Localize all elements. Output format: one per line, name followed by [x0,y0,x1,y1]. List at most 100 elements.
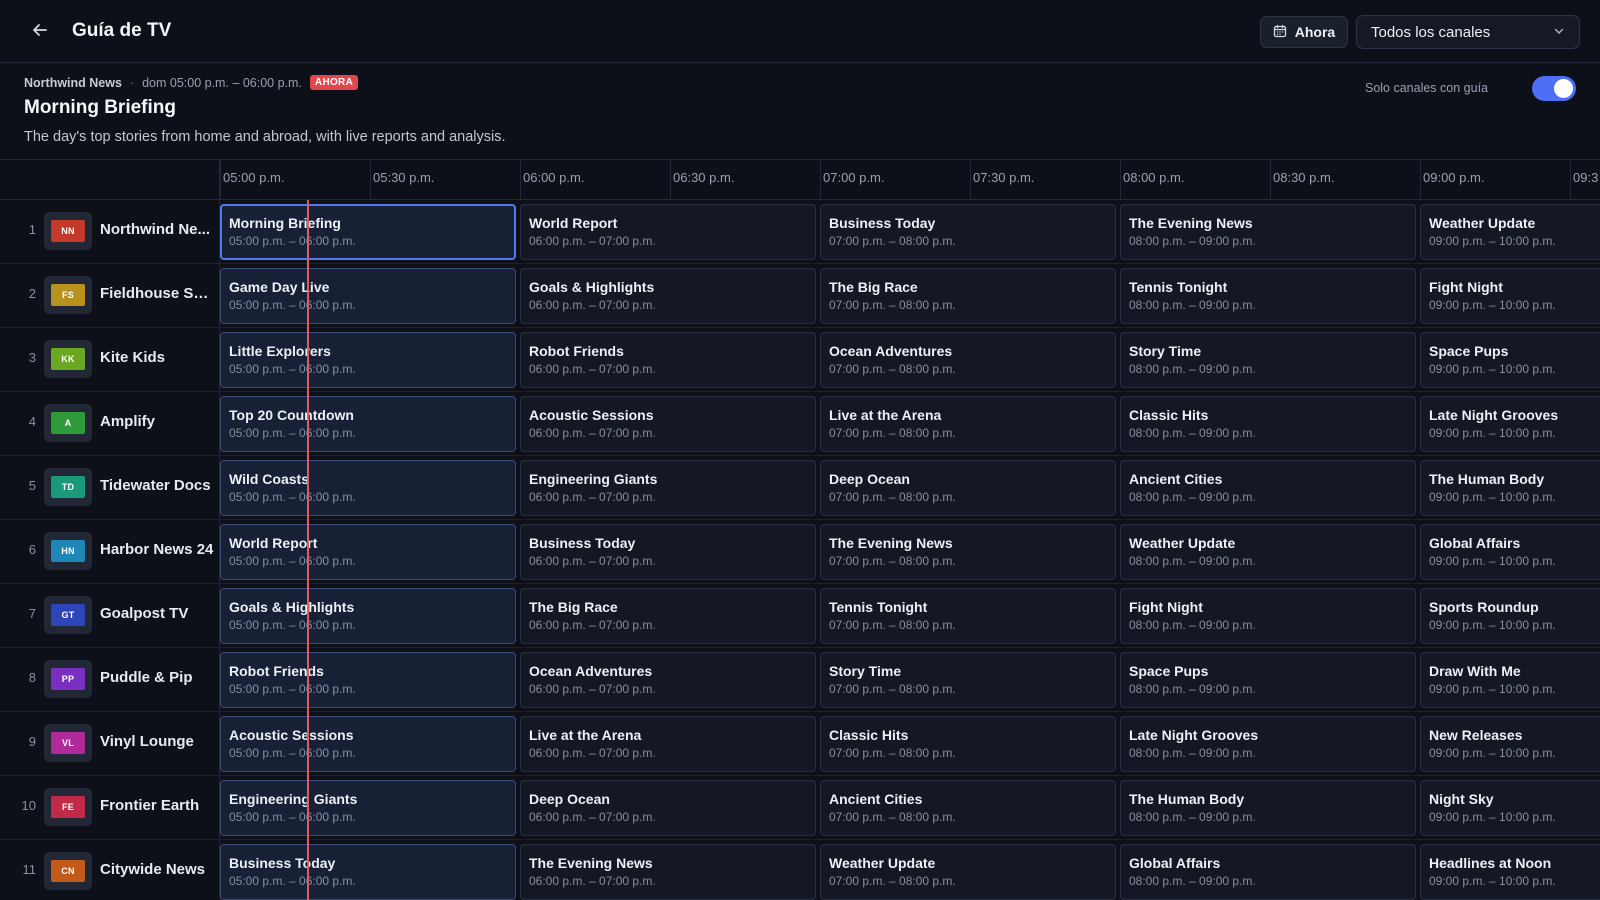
program-cell-title: Sports Roundup [1429,599,1539,615]
program-cell-time: 06:00 p.m. – 07:00 p.m. [529,298,656,312]
program-cell[interactable]: Space Pups 09:00 p.m. – 10:00 p.m. [1420,332,1600,388]
program-cell-time: 05:00 p.m. – 06:00 p.m. [229,618,356,632]
channel-logo: CN [51,860,85,882]
channel-cell[interactable]: 4 A Amplify [0,392,220,456]
program-cell[interactable]: Robot Friends 05:00 p.m. – 06:00 p.m. [220,652,516,708]
program-cell[interactable]: The Evening News 07:00 p.m. – 08:00 p.m. [820,524,1116,580]
program-cell-time: 07:00 p.m. – 08:00 p.m. [829,746,956,760]
program-cell[interactable]: Live at the Arena 07:00 p.m. – 08:00 p.m. [820,396,1116,452]
program-cell[interactable]: The Human Body 08:00 p.m. – 09:00 p.m. [1120,780,1416,836]
program-cell-time: 05:00 p.m. – 06:00 p.m. [229,682,356,696]
program-cell[interactable]: Ancient Cities 07:00 p.m. – 08:00 p.m. [820,780,1116,836]
channel-cell[interactable]: 6 HN Harbor News 24 [0,520,220,584]
program-cell[interactable]: Business Today 05:00 p.m. – 06:00 p.m. [220,844,516,900]
channel-cell[interactable]: 10 FE Frontier Earth [0,776,220,840]
program-cell[interactable]: Tennis Tonight 08:00 p.m. – 09:00 p.m. [1120,268,1416,324]
program-cell[interactable]: The Human Body 09:00 p.m. – 10:00 p.m. [1420,460,1600,516]
program-cell[interactable]: The Big Race 06:00 p.m. – 07:00 p.m. [520,588,816,644]
program-cell[interactable]: World Report 05:00 p.m. – 06:00 p.m. [220,524,516,580]
channel-cell[interactable]: 2 FS Fieldhouse Sp... [0,264,220,328]
program-cell[interactable]: New Releases 09:00 p.m. – 10:00 p.m. [1420,716,1600,772]
program-cell-time: 08:00 p.m. – 09:00 p.m. [1129,874,1256,888]
program-cell-title: Ancient Cities [829,791,923,807]
program-cell[interactable]: Game Day Live 05:00 p.m. – 06:00 p.m. [220,268,516,324]
channel-logo-frame: HN [44,532,92,570]
program-cell-time: 05:00 p.m. – 06:00 p.m. [229,234,356,248]
program-cell[interactable]: Ocean Adventures 06:00 p.m. – 07:00 p.m. [520,652,816,708]
program-cell[interactable]: Deep Ocean 07:00 p.m. – 08:00 p.m. [820,460,1116,516]
program-cell[interactable]: Engineering Giants 06:00 p.m. – 07:00 p.m… [520,460,816,516]
program-cell[interactable]: Sports Roundup 09:00 p.m. – 10:00 p.m. [1420,588,1600,644]
program-cell[interactable]: Engineering Giants 05:00 p.m. – 06:00 p.m… [220,780,516,836]
program-cell-title: Weather Update [1429,215,1536,231]
program-cell[interactable]: Weather Update 08:00 p.m. – 09:00 p.m. [1120,524,1416,580]
back-button[interactable] [26,18,54,46]
program-cell[interactable]: Late Night Grooves 08:00 p.m. – 09:00 p.m… [1120,716,1416,772]
program-cell[interactable]: Story Time 07:00 p.m. – 08:00 p.m. [820,652,1116,708]
program-cell-title: Tennis Tonight [829,599,928,615]
channel-cell[interactable]: 11 CN Citywide News [0,840,220,900]
channel-cell[interactable]: 1 NN Northwind Ne... [0,200,220,264]
timeline-tick: 09:3 [1569,160,1599,199]
channel-cell[interactable]: 9 VL Vinyl Lounge [0,712,220,776]
program-cell[interactable]: Tennis Tonight 07:00 p.m. – 08:00 p.m. [820,588,1116,644]
program-cell-title: World Report [229,535,318,551]
program-cell[interactable]: The Big Race 07:00 p.m. – 08:00 p.m. [820,268,1116,324]
program-cell[interactable]: Ocean Adventures 07:00 p.m. – 08:00 p.m. [820,332,1116,388]
program-cell[interactable]: Weather Update 09:00 p.m. – 10:00 p.m. [1420,204,1600,260]
channel-filter-select[interactable]: Todos los canales [1356,15,1580,49]
program-cell[interactable]: Fight Night 09:00 p.m. – 10:00 p.m. [1420,268,1600,324]
program-cell[interactable]: Draw With Me 09:00 p.m. – 10:00 p.m. [1420,652,1600,708]
program-cell[interactable]: Late Night Grooves 09:00 p.m. – 10:00 p.m… [1420,396,1600,452]
program-cell[interactable]: Goals & Highlights 06:00 p.m. – 07:00 p.m… [520,268,816,324]
channel-name: Vinyl Lounge [100,733,194,750]
program-cell-title: Acoustic Sessions [529,407,654,423]
program-cell[interactable]: Acoustic Sessions 05:00 p.m. – 06:00 p.m. [220,716,516,772]
program-cell[interactable]: Morning Briefing 05:00 p.m. – 06:00 p.m. [220,204,516,260]
channel-cell[interactable]: 5 TD Tidewater Docs [0,456,220,520]
program-cell[interactable]: Classic Hits 07:00 p.m. – 08:00 p.m. [820,716,1116,772]
program-cell[interactable]: Business Today 06:00 p.m. – 07:00 p.m. [520,524,816,580]
program-cell[interactable]: Wild Coasts 05:00 p.m. – 06:00 p.m. [220,460,516,516]
program-cell[interactable]: Global Affairs 08:00 p.m. – 09:00 p.m. [1120,844,1416,900]
timeline-tick: 08:00 p.m. [1119,160,1185,199]
program-cell-title: Space Pups [1129,663,1209,679]
program-cell[interactable]: Classic Hits 08:00 p.m. – 09:00 p.m. [1120,396,1416,452]
program-cell[interactable]: Weather Update 07:00 p.m. – 08:00 p.m. [820,844,1116,900]
program-cell[interactable]: Space Pups 08:00 p.m. – 09:00 p.m. [1120,652,1416,708]
program-cell[interactable]: Deep Ocean 06:00 p.m. – 07:00 p.m. [520,780,816,836]
program-cell[interactable]: Business Today 07:00 p.m. – 08:00 p.m. [820,204,1116,260]
program-cell[interactable]: Top 20 Countdown 05:00 p.m. – 06:00 p.m. [220,396,516,452]
program-channel: Northwind News [24,75,122,90]
program-cell[interactable]: Global Affairs 09:00 p.m. – 10:00 p.m. [1420,524,1600,580]
program-cell-time: 07:00 p.m. – 08:00 p.m. [829,682,956,696]
channel-name: Goalpost TV [100,605,189,622]
now-button[interactable]: Ahora [1260,16,1348,48]
program-cell[interactable]: World Report 06:00 p.m. – 07:00 p.m. [520,204,816,260]
program-cell-time: 09:00 p.m. – 10:00 p.m. [1429,234,1556,248]
program-cell[interactable]: Story Time 08:00 p.m. – 09:00 p.m. [1120,332,1416,388]
program-cell[interactable]: Ancient Cities 08:00 p.m. – 09:00 p.m. [1120,460,1416,516]
channel-row: 9 VL Vinyl Lounge Acoustic Sessions 05:00 p.… [0,712,1600,776]
channel-cell[interactable]: 8 PP Puddle & Pip [0,648,220,712]
program-cell[interactable]: Robot Friends 06:00 p.m. – 07:00 p.m. [520,332,816,388]
guide-only-toggle[interactable] [1532,76,1576,101]
channel-logo: FE [51,796,85,818]
program-cell-title: Business Today [229,855,336,871]
channel-cell[interactable]: 3 KK Kite Kids [0,328,220,392]
program-cell-time: 07:00 p.m. – 08:00 p.m. [829,490,956,504]
program-cell[interactable]: Fight Night 08:00 p.m. – 09:00 p.m. [1120,588,1416,644]
program-cell[interactable]: Headlines at Noon 09:00 p.m. – 10:00 p.m. [1420,844,1600,900]
channel-cell[interactable]: 7 GT Goalpost TV [0,584,220,648]
program-cell[interactable]: Night Sky 09:00 p.m. – 10:00 p.m. [1420,780,1600,836]
program-cell[interactable]: Goals & Highlights 05:00 p.m. – 06:00 p.m… [220,588,516,644]
program-cell-time: 07:00 p.m. – 08:00 p.m. [829,618,956,632]
channel-row: 8 PP Puddle & Pip Robot Friends 05:00 p.m. –… [0,648,1600,712]
program-cell[interactable]: The Evening News 06:00 p.m. – 07:00 p.m. [520,844,816,900]
program-cell[interactable]: Little Explorers 05:00 p.m. – 06:00 p.m. [220,332,516,388]
channel-logo: PP [51,668,85,690]
channel-logo-frame: FE [44,788,92,826]
program-cell[interactable]: The Evening News 08:00 p.m. – 09:00 p.m. [1120,204,1416,260]
program-cell[interactable]: Live at the Arena 06:00 p.m. – 07:00 p.m. [520,716,816,772]
program-cell[interactable]: Acoustic Sessions 06:00 p.m. – 07:00 p.m. [520,396,816,452]
